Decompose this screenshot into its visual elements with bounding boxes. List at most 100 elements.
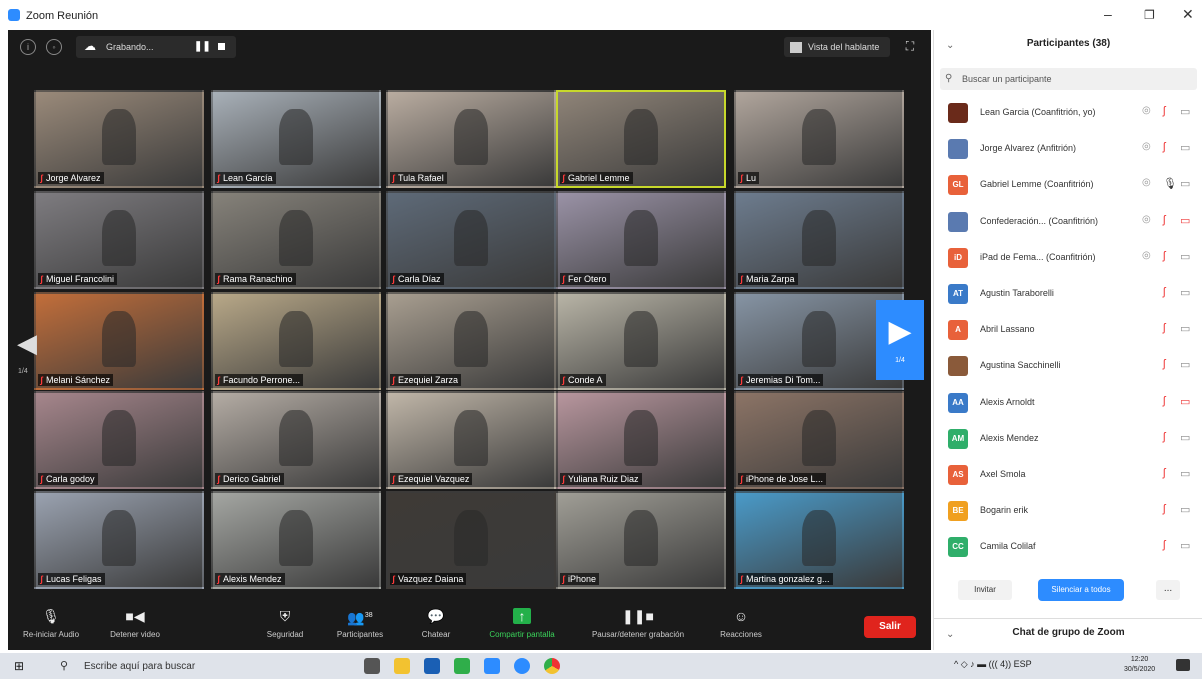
participant-row[interactable]: BE Bogarin erik ʃ ▭ <box>934 494 1202 530</box>
security-button[interactable]: ⛨ Seguridad <box>254 608 316 639</box>
fullscreen-icon[interactable]: ⛶ <box>903 39 917 53</box>
video-tile[interactable]: ʃ Carla godoy <box>34 391 204 489</box>
shield-icon[interactable]: ◦ <box>46 39 62 55</box>
video-off-icon[interactable]: ▭ <box>1180 467 1190 480</box>
video-tile[interactable]: ʃ Carla Díaz <box>386 191 556 289</box>
chrome-icon[interactable] <box>544 658 560 674</box>
video-tile[interactable]: ʃ Melani Sánchez <box>34 292 204 390</box>
close-button[interactable]: ✕ <box>1182 6 1194 23</box>
video-off-icon[interactable]: ▭ <box>1180 286 1190 299</box>
speaker-view-button[interactable]: Vista del hablante <box>784 37 890 57</box>
zoom-taskbar-icon[interactable] <box>484 658 500 674</box>
participant-row[interactable]: AM Alexis Mendez ʃ ▭ <box>934 422 1202 458</box>
taskbar-search-box[interactable]: ⚲ Escribe aquí para buscar <box>60 657 280 675</box>
restart-audio-button[interactable]: 🎙 Re-iniciar Audio <box>16 608 86 639</box>
stop-recording-button[interactable] <box>218 43 225 50</box>
participant-row[interactable]: Jorge Alvarez (Anfitrión) ◎ ʃ ▭ <box>934 132 1202 168</box>
video-tile[interactable]: ʃ iPhone de Jose L... <box>734 391 904 489</box>
video-off-icon[interactable]: ▭ <box>1180 395 1190 408</box>
video-tile[interactable]: ʃ Alexis Mendez <box>211 491 381 589</box>
stop-video-button[interactable]: ■◀ Detener video <box>100 608 170 639</box>
participant-row[interactable]: iD iPad de Fema... (Coanfitrión) ◎ ʃ ▭ <box>934 241 1202 277</box>
video-off-icon[interactable]: ▭ <box>1180 539 1190 552</box>
video-tile[interactable]: ʃ Jorge Alvarez <box>34 90 204 188</box>
participant-row[interactable]: A Abril Lassano ʃ ▭ <box>934 313 1202 349</box>
share-screen-button[interactable]: ↑ Compartir pantalla <box>478 608 566 639</box>
reactions-button[interactable]: ☺ Reacciones <box>708 608 774 639</box>
video-tile[interactable]: ʃ Vazquez Daiana <box>386 491 556 589</box>
leave-button[interactable]: Salir <box>864 616 916 638</box>
muted-mic-icon[interactable]: ʃ <box>1163 431 1165 443</box>
video-off-icon[interactable]: ▭ <box>1180 105 1190 118</box>
participant-row[interactable]: CC Camila Colilaf ʃ ▭ <box>934 530 1202 566</box>
store-icon[interactable] <box>424 658 440 674</box>
windows-start-icon[interactable]: ⊞ <box>14 660 26 672</box>
participant-search-input[interactable]: ⚲ Buscar un participante <box>940 68 1197 90</box>
green-app-icon[interactable] <box>454 658 470 674</box>
system-tray[interactable]: ^ ◇ ♪ ▬ ((( 4)) ESP <box>954 659 1032 670</box>
next-page-button[interactable]: ▶ 1/4 <box>876 300 924 380</box>
video-off-icon[interactable]: ▭ <box>1180 322 1190 335</box>
video-tile-name: ʃ Gabriel Lemme <box>560 172 633 184</box>
minimize-button[interactable]: – <box>1104 6 1112 22</box>
muted-mic-icon[interactable]: ʃ <box>1163 503 1165 515</box>
chat-button[interactable]: 💬 Chatear <box>408 608 464 639</box>
video-tile[interactable]: ʃ Tula Rafael <box>386 90 556 188</box>
file-explorer-icon[interactable] <box>394 658 410 674</box>
mute-all-button[interactable]: Silenciar a todos <box>1038 579 1124 601</box>
video-off-icon[interactable]: ▭ <box>1180 214 1190 227</box>
muted-mic-icon[interactable]: ʃ <box>1163 467 1165 479</box>
zoom-meeting-taskbar-icon[interactable] <box>514 658 530 674</box>
muted-mic-icon[interactable]: ʃ <box>1163 322 1165 334</box>
video-tile[interactable]: ʃ Lu <box>734 90 904 188</box>
video-off-icon[interactable]: ▭ <box>1180 503 1190 516</box>
video-tile[interactable]: ʃ Lucas Feligas <box>34 491 204 589</box>
video-tile[interactable]: ʃ Lean García <box>211 90 381 188</box>
video-tile[interactable]: ʃ Yuliana Ruiz Diaz <box>556 391 726 489</box>
muted-mic-icon[interactable]: ʃ <box>1163 105 1165 117</box>
notifications-icon[interactable] <box>1176 659 1190 671</box>
muted-mic-icon[interactable]: ʃ <box>1163 395 1165 407</box>
video-tile[interactable]: ʃ Miguel Francolini <box>34 191 204 289</box>
muted-mic-icon[interactable]: ʃ <box>1163 539 1165 551</box>
participant-row[interactable]: Lean Garcia (Coanfitrión, yo) ◎ ʃ ▭ <box>934 96 1202 132</box>
previous-page-button[interactable]: ◀ 1/4 <box>16 328 38 388</box>
video-off-icon[interactable]: ▭ <box>1180 431 1190 444</box>
muted-mic-icon[interactable]: ʃ <box>1163 286 1165 298</box>
video-tile[interactable]: ʃ Ezequiel Zarza <box>386 292 556 390</box>
participant-row[interactable]: AT Agustin Taraborelli ʃ ▭ <box>934 277 1202 313</box>
muted-mic-icon[interactable]: ʃ <box>1163 141 1165 153</box>
video-tile[interactable]: ʃ Facundo Perrone... <box>211 292 381 390</box>
muted-mic-icon[interactable]: ʃ <box>1163 214 1165 226</box>
video-tile[interactable]: ʃ Martina gonzalez g... <box>734 491 904 589</box>
video-off-icon[interactable]: ▭ <box>1180 177 1190 190</box>
invite-button[interactable]: Invitar <box>958 580 1012 600</box>
video-tile[interactable]: ʃ Fer Otero <box>556 191 726 289</box>
clock[interactable]: 12:20 30/5/2020 <box>1124 655 1155 675</box>
video-off-icon[interactable]: ▭ <box>1180 141 1190 154</box>
participant-row[interactable]: AA Alexis Arnoldt ʃ ▭ <box>934 386 1202 422</box>
video-tile[interactable]: ʃ Gabriel Lemme <box>556 90 726 188</box>
restore-button[interactable]: ❐ <box>1144 8 1155 22</box>
pause-recording-button[interactable]: ❚❚ <box>194 41 211 52</box>
more-options-button[interactable]: ... <box>1156 580 1180 600</box>
microphone-icon[interactable]: 🎙 <box>1163 177 1177 190</box>
participants-button[interactable]: 👥38 Participantes <box>328 608 392 639</box>
video-tile[interactable]: ʃ Maria Zarpa <box>734 191 904 289</box>
video-off-icon[interactable]: ▭ <box>1180 250 1190 263</box>
muted-mic-icon[interactable]: ʃ <box>1163 250 1165 262</box>
info-icon[interactable]: i <box>20 39 36 55</box>
video-off-icon[interactable]: ▭ <box>1180 358 1190 371</box>
muted-mic-icon[interactable]: ʃ <box>1163 358 1165 370</box>
video-tile[interactable]: ʃ Rama Ranachino <box>211 191 381 289</box>
pause-stop-recording-button[interactable]: ❚❚■ Pausar/detener grabación <box>576 608 700 639</box>
video-tile[interactable]: ʃ Conde A <box>556 292 726 390</box>
participant-row[interactable]: Confederación... (Coanfitrión) ◎ ʃ ▭ <box>934 205 1202 241</box>
video-tile[interactable]: ʃ Derico Gabriel <box>211 391 381 489</box>
video-tile[interactable]: ʃ Ezequiel Vazquez <box>386 391 556 489</box>
participant-row[interactable]: AS Axel Smola ʃ ▭ <box>934 458 1202 494</box>
task-view-icon[interactable] <box>364 658 380 674</box>
participant-row[interactable]: GL Gabriel Lemme (Coanfitrión) ◎ 🎙 ▭ <box>934 168 1202 204</box>
video-tile[interactable]: ʃ iPhone <box>556 491 726 589</box>
participant-row[interactable]: Agustina Sacchinelli ʃ ▭ <box>934 349 1202 385</box>
